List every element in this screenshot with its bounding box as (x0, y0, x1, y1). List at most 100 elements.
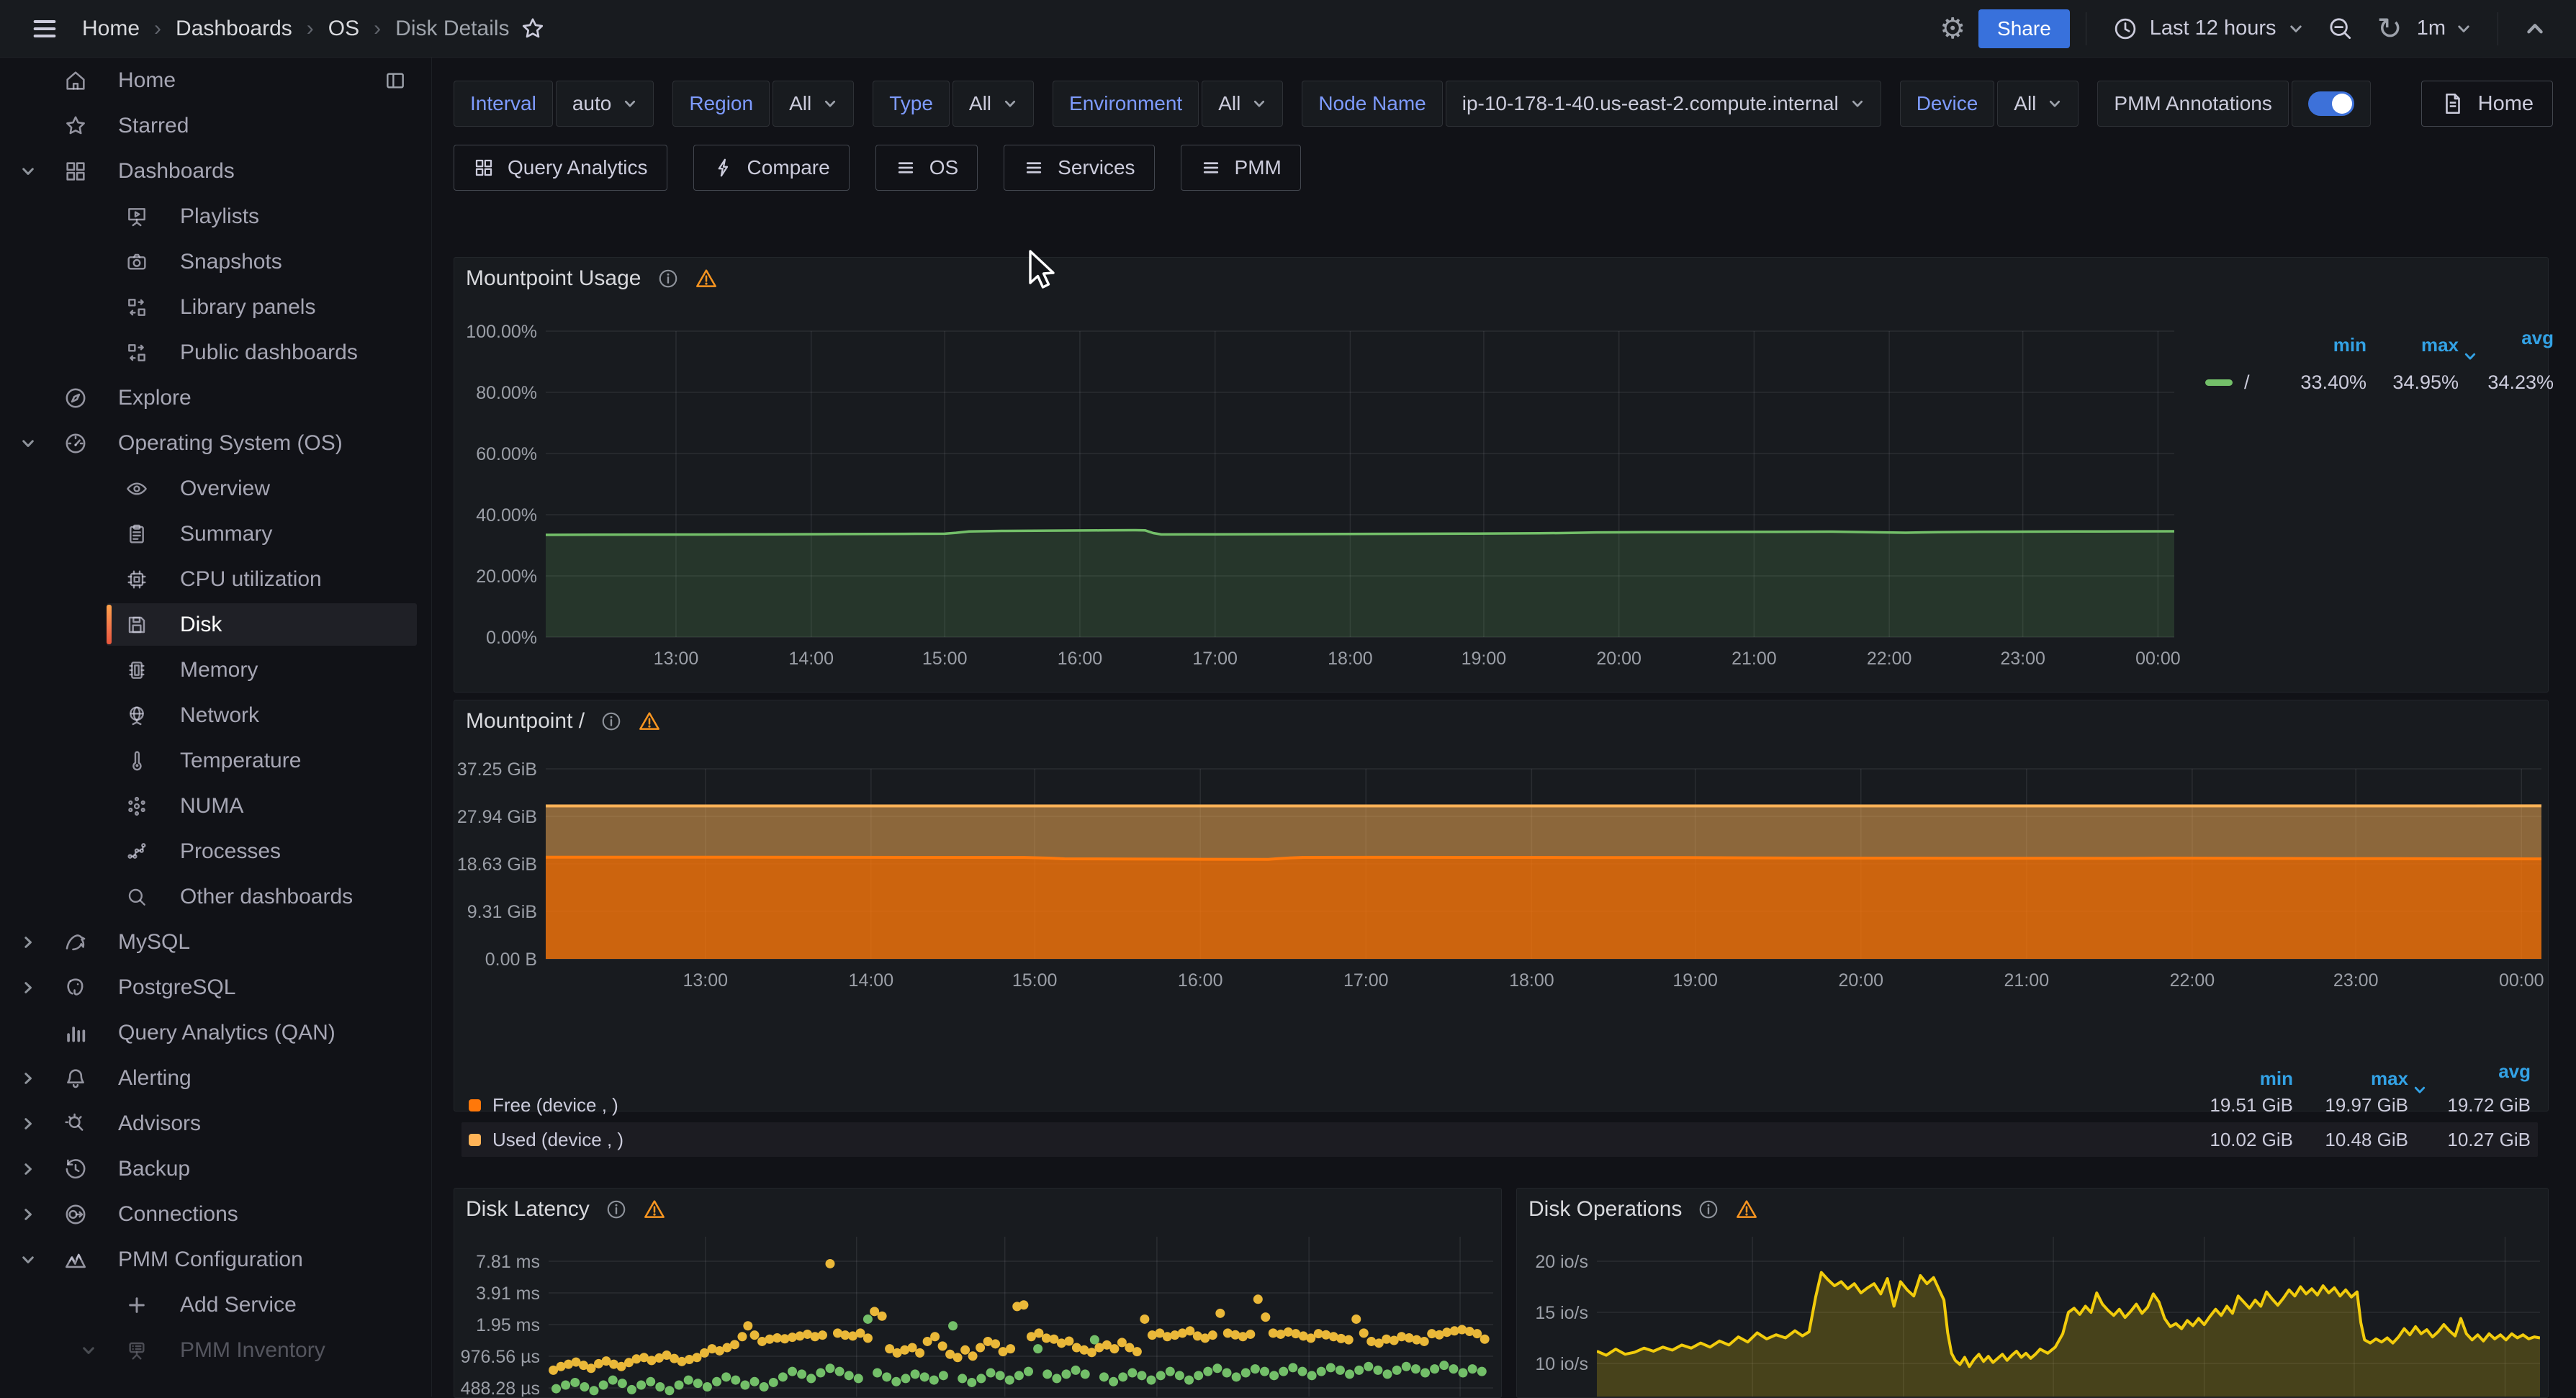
legend-row: Used (device , )10.02 GiB10.48 GiB10.27 … (461, 1122, 2538, 1157)
breadcrumb-separator: › (307, 17, 314, 41)
sidebar-item-explore[interactable]: Explore (0, 375, 431, 420)
legend-header-avg[interactable]: avg (2459, 327, 2554, 364)
sidebar-item-home[interactable]: Home (0, 58, 431, 103)
warning-icon[interactable] (1735, 1198, 1758, 1221)
sidebar-item-backup[interactable]: Backup (0, 1146, 431, 1191)
collapse-topbar-button[interactable] (2514, 0, 2556, 58)
sidebar-item-query-analytics-qan[interactable]: Query Analytics (QAN) (0, 1010, 431, 1055)
variable-value-environment[interactable]: All (1202, 81, 1283, 127)
legend-header-max[interactable]: max (2293, 1068, 2408, 1090)
menu-toggle-button[interactable] (20, 0, 69, 58)
apps-icon (473, 157, 495, 179)
sidebar-item-label: Connections (118, 1202, 238, 1227)
sidebar-item-memory[interactable]: Memory (0, 647, 431, 693)
variable-value-interval[interactable]: auto (556, 81, 654, 127)
link-button-services[interactable]: Services (1004, 145, 1154, 191)
sidebar-item-summary[interactable]: Summary (0, 511, 431, 556)
breadcrumb-item[interactable]: Home (82, 17, 140, 41)
chevron-down-icon (1252, 96, 1266, 111)
top-navigation-bar: Home›Dashboards›OS›Disk Details ⚙ Share … (0, 0, 2576, 58)
sidebar-item-alerting[interactable]: Alerting (0, 1055, 431, 1101)
dock-menu-icon (384, 69, 407, 92)
link-button-query-analytics[interactable]: Query Analytics (454, 145, 667, 191)
pmm-annotations-toggle[interactable] (2292, 81, 2371, 127)
panel-title[interactable]: Disk Latency (466, 1197, 590, 1222)
legend-header-min[interactable]: min (2274, 334, 2366, 356)
series-name[interactable]: Used (device , ) (492, 1129, 623, 1151)
breadcrumb-item[interactable]: Dashboards (176, 17, 292, 41)
sidebar-item-label: CPU utilization (180, 567, 322, 592)
breadcrumb-item[interactable]: OS (328, 17, 359, 41)
variable-value-device[interactable]: All (1997, 81, 2079, 127)
chevron-down-icon (2048, 96, 2062, 111)
panel-title[interactable]: Mountpoint Usage (466, 266, 641, 291)
chevron-right-icon (20, 1161, 36, 1177)
sidebar-item-temperature[interactable]: Temperature (0, 738, 431, 783)
warning-icon[interactable] (643, 1198, 666, 1221)
sidebar-item-public-dashboards[interactable]: Public dashboards (0, 330, 431, 375)
info-icon[interactable] (605, 1199, 627, 1220)
sidebar-item-advisors[interactable]: Advisors (0, 1101, 431, 1146)
sidebar-item-connections[interactable]: Connections (0, 1191, 431, 1237)
sidebar-item-operating-system-os[interactable]: Operating System (OS) (0, 420, 431, 466)
sidebar-item-postgresql[interactable]: PostgreSQL (0, 965, 431, 1010)
warning-icon[interactable] (638, 710, 661, 733)
library-panels-icon (125, 341, 148, 364)
sidebar-item-library-panels[interactable]: Library panels (0, 284, 431, 330)
sidebar-item-label: PMM Configuration (118, 1248, 303, 1272)
variable-value-node-name[interactable]: ip-10-178-1-40.us-east-2.compute.interna… (1446, 81, 1881, 127)
variable-value-region[interactable]: All (773, 81, 854, 127)
chevron-down-icon (20, 163, 36, 179)
warning-icon[interactable] (695, 267, 718, 290)
sidebar-item-add-service[interactable]: Add Service (0, 1282, 431, 1327)
postgresql-elephant-icon (63, 975, 88, 1000)
sidebar-item-mysql[interactable]: MySQL (0, 919, 431, 965)
sidebar-item-other-dashboards[interactable]: Other dashboards (0, 874, 431, 919)
toggle-switch[interactable] (2308, 91, 2354, 116)
favorite-star-button[interactable] (510, 0, 556, 58)
sidebar-item-playlists[interactable]: Playlists (0, 194, 431, 239)
info-icon[interactable] (657, 268, 679, 289)
sidebar-item-cpu-utilization[interactable]: CPU utilization (0, 556, 431, 602)
breadcrumb-item[interactable]: Disk Details (395, 17, 509, 41)
info-icon[interactable] (1698, 1199, 1719, 1220)
legend-row: Free (device , )19.51 GiB19.97 GiB19.72 … (461, 1088, 2538, 1122)
refresh-button[interactable]: ↻ (2367, 0, 2413, 58)
sidebar-item-dashboards[interactable]: Dashboards (0, 148, 431, 194)
sidebar-item-network[interactable]: Network (0, 693, 431, 738)
sidebar-item-snapshots[interactable]: Snapshots (0, 239, 431, 284)
chevron-right-icon (20, 1070, 36, 1086)
dock-sidebar-button[interactable] (384, 69, 407, 92)
sidebar-item-numa[interactable]: NUMA (0, 783, 431, 829)
panel-title[interactable]: Disk Operations (1528, 1197, 1682, 1222)
sidebar-item-label: Processes (180, 839, 281, 864)
share-button[interactable]: Share (1978, 9, 2070, 48)
chevron-right-icon (20, 1116, 36, 1132)
zoom-out-button[interactable] (2317, 0, 2364, 58)
panel-title[interactable]: Mountpoint / (466, 709, 585, 734)
refresh-interval-dropdown[interactable]: 1m (2415, 0, 2482, 58)
panel-disk-latency: Disk Latency (454, 1188, 1502, 1398)
time-range-picker[interactable]: Last 12 hours (2102, 0, 2314, 58)
dashboard-settings-button[interactable]: ⚙ (1929, 0, 1976, 58)
home-dashboard-button[interactable]: Home (2421, 81, 2553, 127)
sidebar-item-pmm-configuration[interactable]: PMM Configuration (0, 1237, 431, 1282)
sidebar-item-overview[interactable]: Overview (0, 466, 431, 511)
legend-header-min[interactable]: min (2178, 1068, 2293, 1090)
link-button-compare[interactable]: Compare (693, 145, 850, 191)
variable-value-type[interactable]: All (953, 81, 1034, 127)
sidebar-item-disk[interactable]: Disk (0, 602, 431, 647)
link-button-pmm[interactable]: PMM (1181, 145, 1301, 191)
server-rack-icon (125, 1339, 148, 1362)
legend-header-avg[interactable]: avg (2408, 1060, 2531, 1097)
sidebar-item-processes[interactable]: Processes (0, 829, 431, 874)
panel-mountpoint-usage: Mountpoint Usage minmaxavg/33.40%34.95%3… (454, 257, 2549, 693)
sidebar-item-pmm-inventory[interactable]: PMM Inventory (0, 1327, 431, 1373)
legend-header-max[interactable]: max (2366, 334, 2459, 356)
series-name[interactable]: Free (device , ) (492, 1094, 618, 1117)
sidebar-item-starred[interactable]: Starred (0, 103, 431, 148)
link-button-os[interactable]: OS (875, 145, 978, 191)
info-icon[interactable] (600, 711, 622, 732)
series-name[interactable]: / (2244, 371, 2250, 394)
sidebar-item-label: NUMA (180, 794, 243, 818)
